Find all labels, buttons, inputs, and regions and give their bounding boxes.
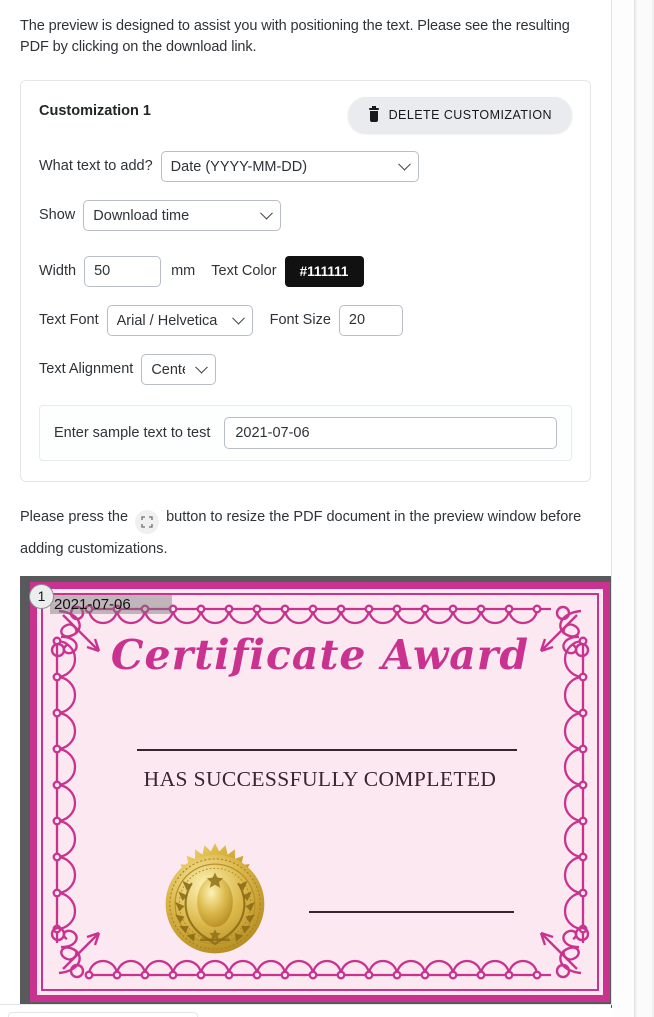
what-text-row: What text to add? Date (YYYY-MM-DD) <box>39 150 572 182</box>
what-text-label: What text to add? <box>39 158 153 174</box>
pdf-preview-window[interactable]: 1 2021-07-06 Certificate Award HAS SUCCE… <box>20 575 620 1008</box>
certificate-rule-signature <box>309 910 514 913</box>
font-size-input[interactable] <box>338 304 403 336</box>
gold-award-seal-icon <box>165 842 265 953</box>
alignment-row: Text Alignment Center <box>39 353 572 385</box>
customization-title: Customization 1 <box>39 102 151 119</box>
font-row: Text Font Arial / Helvetica Font Size <box>39 304 572 336</box>
note-text-before: Please press the <box>20 508 129 525</box>
text-alignment-label: Text Alignment <box>39 361 134 377</box>
text-color-swatch-button[interactable]: #111111 <box>284 255 364 287</box>
outer-gutter <box>612 0 634 1017</box>
customization-badge-1[interactable]: 1 <box>29 583 54 609</box>
text-font-label: Text Font <box>39 312 99 328</box>
what-text-select-wrap: Date (YYYY-MM-DD) <box>160 150 419 182</box>
sample-text-label: Enter sample text to test <box>54 424 211 441</box>
width-label: Width <box>39 263 77 279</box>
page-scrollbar-thumb[interactable] <box>637 0 652 1017</box>
show-label: Show <box>39 207 76 223</box>
width-unit-label: mm <box>171 263 196 279</box>
certificate-subtitle: HAS SUCCESSFULLY COMPLETED <box>143 766 497 791</box>
resize-instruction-note: Please press the button to resize the PD… <box>20 502 591 564</box>
preview-intro-text: The preview is designed to assist you wi… <box>20 17 570 55</box>
text-font-select[interactable]: Arial / Helvetica <box>106 304 253 336</box>
customization-card: Customization 1 DELETE CUSTOMIZATION Wha… <box>20 79 591 482</box>
customization-header: Customization 1 DELETE CUSTOMIZATION <box>39 96 572 133</box>
delete-customization-label: DELETE CUSTOMIZATION <box>388 107 552 122</box>
text-alignment-select[interactable]: Center <box>141 353 217 385</box>
delete-customization-button[interactable]: DELETE CUSTOMIZATION <box>347 96 572 133</box>
what-text-select[interactable]: Date (YYYY-MM-DD) <box>160 150 419 182</box>
text-color-label: Text Color <box>211 263 277 279</box>
next-card-top-edge <box>8 1012 198 1017</box>
main-content: The preview is designed to assist you wi… <box>0 0 620 1008</box>
certificate-rule-top <box>137 748 517 751</box>
sample-text-panel: Enter sample text to test <box>39 404 572 461</box>
font-size-label: Font Size <box>269 312 331 328</box>
certificate-title: Certificate Award <box>110 630 530 679</box>
trash-icon <box>368 105 380 122</box>
width-color-row: Width mm Text Color #111111 <box>39 255 572 287</box>
show-row: Show Download time <box>39 199 572 231</box>
width-input[interactable] <box>84 255 162 287</box>
page-root: The preview is designed to assist you wi… <box>0 0 654 1017</box>
show-select-wrap: Download time <box>83 199 282 231</box>
resize-fullscreen-icon[interactable] <box>135 509 160 534</box>
certificate-document: Certificate Award HAS SUCCESSFULLY COMPL… <box>30 581 610 1002</box>
text-alignment-select-wrap: Center <box>141 353 217 385</box>
text-font-select-wrap: Arial / Helvetica <box>106 304 253 336</box>
show-select[interactable]: Download time <box>83 199 282 231</box>
sample-text-input[interactable] <box>224 416 557 449</box>
preview-sample-text-overlay[interactable]: 2021-07-06 <box>50 594 172 614</box>
